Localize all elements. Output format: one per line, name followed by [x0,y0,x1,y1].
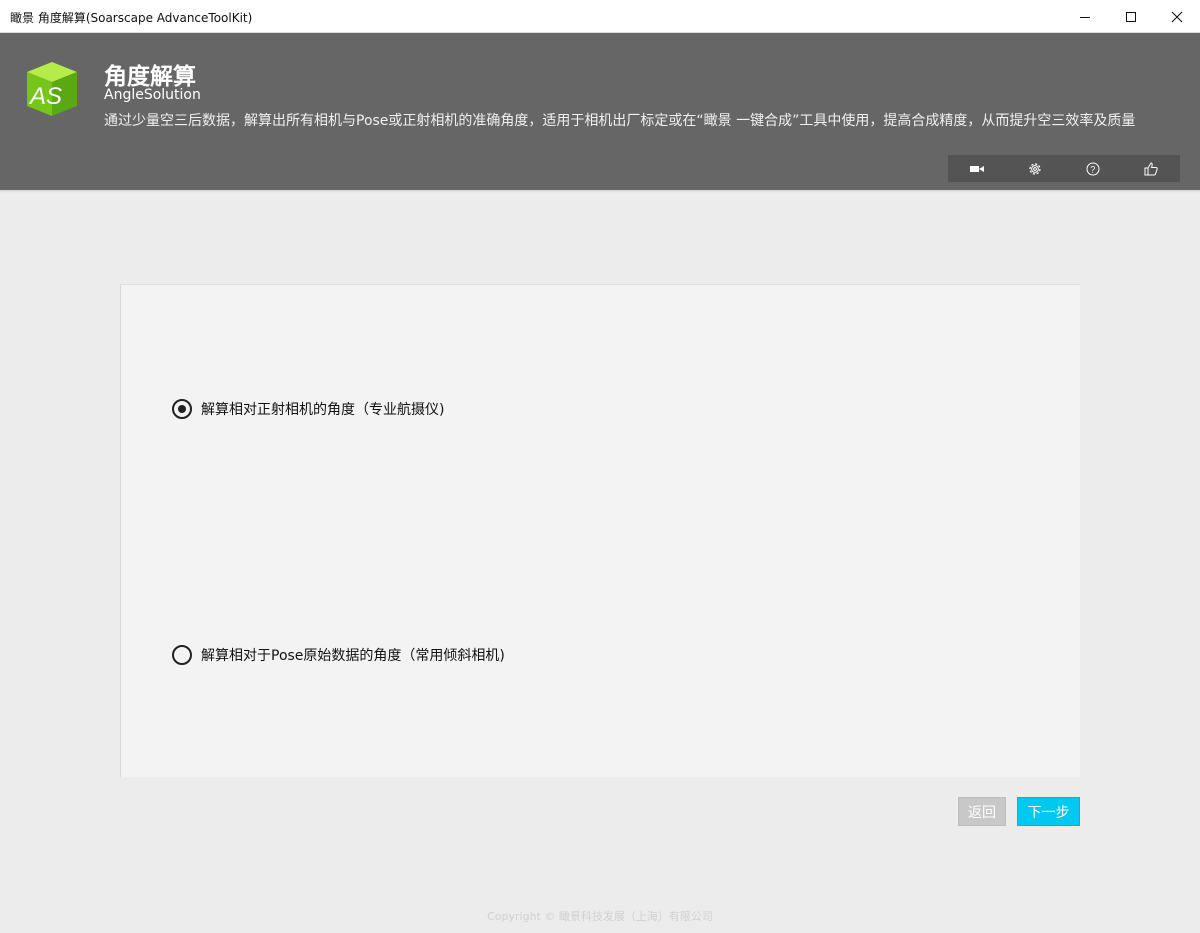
title-bar: 瞰景 角度解算(Soarscape AdvanceToolKit) [0,0,1200,33]
app-header: AS 角度解算 AngleSolution 通过少量空三后数据，解算出所有相机与… [0,33,1200,190]
radio-button-unselected[interactable] [172,645,192,665]
app-logo-icon: AS [27,62,77,116]
option-label: 解算相对正射相机的角度（专业航摄仪) [201,402,445,418]
maximize-button[interactable] [1108,0,1154,33]
page-description: 通过少量空三后数据，解算出所有相机与Pose或正射相机的准确角度，适用于相机出厂… [104,113,1136,129]
page-subtitle: AngleSolution [104,87,201,103]
close-icon [1171,11,1183,22]
maximize-icon [1126,11,1136,22]
option-pose-raw-data[interactable]: 解算相对于Pose原始数据的角度（常用倾斜相机) [172,645,505,665]
svg-text:?: ? [1090,164,1095,174]
gear-icon [1029,162,1041,175]
video-tutorial-button[interactable] [948,155,1006,182]
minimize-button[interactable] [1062,0,1108,33]
close-button[interactable] [1154,0,1200,33]
header-divider [0,190,1200,193]
copyright-text: Copyright © 瞰景科技发展（上海）有限公司 [487,910,713,923]
settings-button[interactable] [1006,155,1064,182]
next-button[interactable]: 下一步 [1017,797,1080,826]
minimize-icon [1080,16,1090,18]
logo-text: AS [28,83,62,110]
help-button[interactable]: ? [1064,155,1122,182]
help-icon: ? [1086,162,1100,175]
video-camera-icon [970,165,984,172]
option-orthophoto-camera[interactable]: 解算相对正射相机的角度（专业航摄仪) [172,399,444,419]
radio-dot [178,405,186,413]
page-title: 角度解算 [104,64,196,90]
options-panel: 解算相对正射相机的角度（专业航摄仪) 解算相对于Pose原始数据的角度（常用倾斜… [120,284,1080,777]
back-button[interactable]: 返回 [958,797,1006,826]
thumbs-up-icon [1144,161,1158,175]
header-toolbar: ? [948,155,1180,182]
radio-button-selected[interactable] [172,399,192,419]
window-title: 瞰景 角度解算(Soarscape AdvanceToolKit) [10,11,253,25]
like-button[interactable] [1122,155,1180,182]
option-label: 解算相对于Pose原始数据的角度（常用倾斜相机) [201,648,505,664]
